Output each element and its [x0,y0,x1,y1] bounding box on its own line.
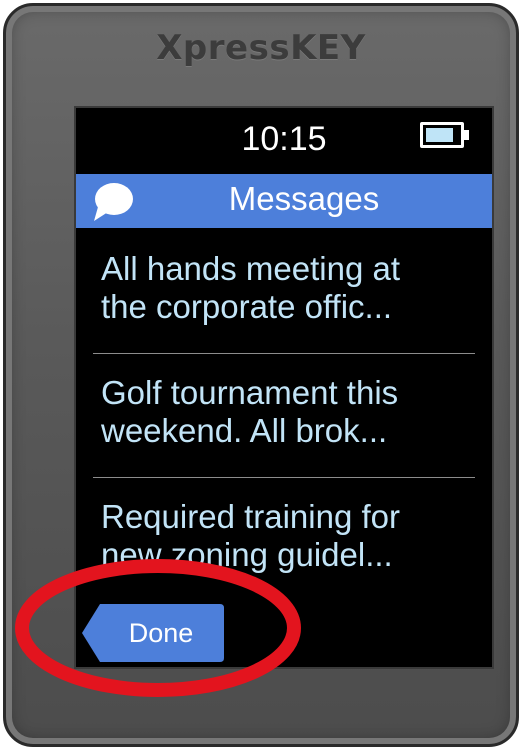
message-preview: Required training for new zoning guidel.… [101,498,400,573]
battery-icon [420,122,470,148]
message-item-1[interactable]: All hands meeting at the corporate offic… [93,230,475,354]
page-title: Messages [228,180,380,217]
message-preview: Golf tournament this weekend. All brok..… [101,374,399,449]
battery-fill [426,128,453,142]
battery-body [420,122,464,148]
done-button-label: Done [128,618,194,648]
done-button[interactable]: Done [82,604,224,662]
messages-header: Messages [76,174,492,228]
device-bezel: XpressKEY 10:15 Messages All hands meeti… [3,3,519,747]
message-item-3[interactable]: Required training for new zoning guidel.… [93,478,475,602]
message-item-2[interactable]: Golf tournament this weekend. All brok..… [93,354,475,478]
battery-terminal [464,130,469,140]
message-list: All hands meeting at the corporate offic… [76,230,492,602]
touch-screen: 10:15 Messages All hands meeting at the … [74,106,494,669]
brand-logo: XpressKEY [156,28,366,68]
message-preview: All hands meeting at the corporate offic… [101,250,401,325]
status-bar: 10:15 [76,108,492,174]
